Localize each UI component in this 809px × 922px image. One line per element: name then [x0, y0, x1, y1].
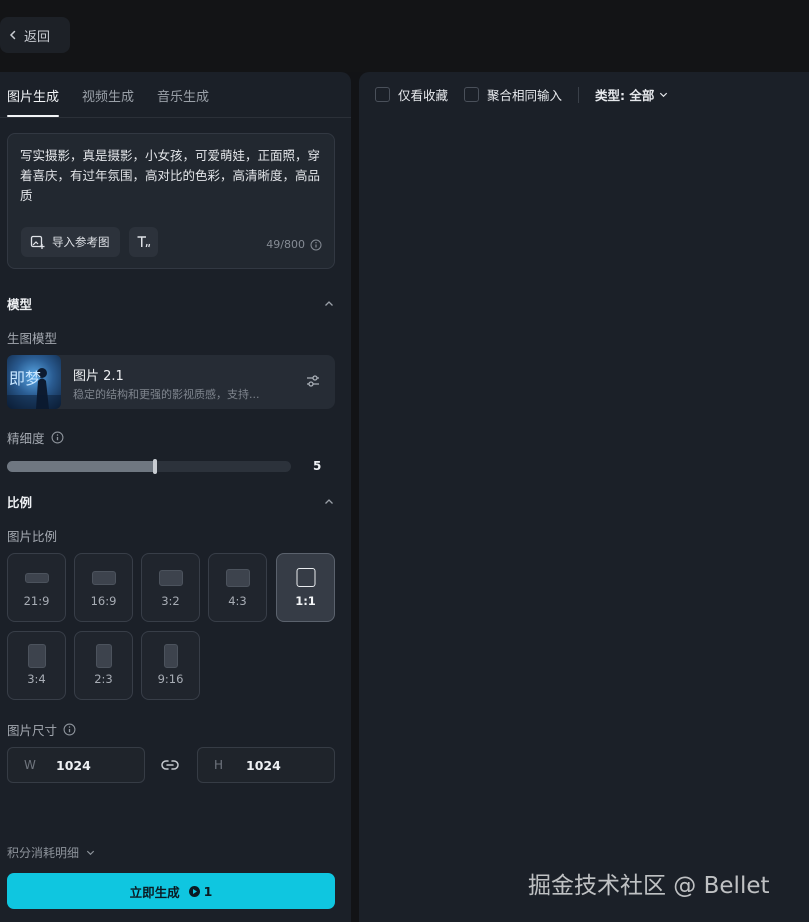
credit-icon [188, 885, 200, 897]
ratio-label: 2:3 [94, 672, 113, 686]
model-name: 图片 2.1 [73, 369, 124, 384]
generation-tabs: 图片生成 视频生成 音乐生成 [7, 86, 209, 117]
ratio-section-title: 比例 [7, 495, 33, 510]
favorites-only-checkbox[interactable]: 仅看收藏 [375, 85, 448, 104]
back-button[interactable]: 返回 [0, 17, 70, 53]
width-value[interactable]: 1024 [56, 758, 91, 773]
sliders-icon [307, 375, 319, 387]
import-reference-button[interactable]: 导入参考图 [21, 227, 120, 257]
ratio-label: 16:9 [90, 594, 117, 608]
aggregate-input-checkbox[interactable]: 聚合相同输入 [464, 85, 562, 104]
model-section-title: 模型 [7, 297, 33, 312]
height-value[interactable]: 1024 [246, 758, 281, 773]
height-prefix: H [214, 758, 224, 772]
precision-slider-handle[interactable] [153, 459, 157, 474]
ratio-option-3-2[interactable]: 3:2 [141, 553, 200, 622]
width-field[interactable]: W 1024 [7, 747, 145, 783]
info-icon [310, 239, 322, 250]
ratio-3-4-icon [27, 644, 46, 668]
ratio-2-3-icon [95, 644, 112, 668]
ratio-option-9-16[interactable]: 9:16 [141, 631, 200, 700]
ratio-label: 3:2 [161, 594, 180, 608]
cost-detail-toggle[interactable]: 积分消耗明细 [7, 844, 96, 861]
char-count-text: 49/800 [266, 238, 305, 251]
char-count: 49/800 [266, 238, 322, 251]
ratio-3-2-icon [158, 570, 183, 586]
thumbnail-text: 即梦 [9, 369, 41, 388]
aggregate-input-label: 聚合相同输入 [487, 88, 563, 103]
model-section-header[interactable]: 模型 [7, 294, 335, 313]
info-icon[interactable] [63, 723, 76, 736]
precision-label: 精细度 [7, 431, 45, 446]
model-thumbnail-art: 即梦 [7, 368, 61, 409]
ratio-option-16-9[interactable]: 16:9 [74, 553, 133, 622]
generation-panel: 图片生成 视频生成 音乐生成 写实摄影，真是摄影，小女孩，可爱萌娃，正面照，穿着… [0, 72, 351, 922]
ratio-label: 3:4 [27, 672, 46, 686]
cost-detail-label: 积分消耗明细 [7, 846, 80, 860]
generate-label: 立即生成 [129, 884, 180, 900]
model-settings-button[interactable] [305, 373, 321, 393]
link-icon [161, 760, 179, 770]
width-prefix: W [24, 758, 36, 772]
ratio-4-3-icon [225, 569, 250, 587]
ratio-option-3-4[interactable]: 3:4 [7, 631, 66, 700]
checkbox-box[interactable] [464, 87, 480, 102]
ratio-option-1-1[interactable]: 1:1 [276, 553, 335, 622]
ratio-1-1-icon [296, 568, 315, 587]
ratio-9-16-icon [163, 644, 178, 668]
generate-cost: 1 [188, 883, 213, 899]
prompt-text[interactable]: 写实摄影，真是摄影，小女孩，可爱萌娃，正面照，穿着喜庆，有过年氛围，高对比的色彩… [20, 146, 320, 206]
tab-music-generation[interactable]: 音乐生成 [157, 86, 209, 117]
generate-cost-value: 1 [203, 883, 213, 899]
type-filter-dropdown[interactable]: 类型: 全部 [595, 85, 669, 104]
import-reference-label: 导入参考图 [52, 235, 110, 249]
chevron-down-icon [660, 92, 668, 98]
model-selector[interactable]: 即梦 图片 2.1 稳定的结构和更强的影视质感，支持... [7, 355, 335, 409]
size-label-row: 图片尺寸 [7, 720, 76, 739]
ratio-sub-label: 图片比例 [7, 529, 58, 544]
chevron-up-icon[interactable] [323, 298, 335, 310]
ratio-section-header[interactable]: 比例 [7, 492, 335, 511]
model-thumbnail: 即梦 [7, 355, 61, 409]
text-style-button[interactable] [129, 227, 158, 257]
back-label: 返回 [24, 29, 51, 45]
tab-image-generation[interactable]: 图片生成 [7, 86, 60, 117]
tab-video-generation[interactable]: 视频生成 [82, 86, 134, 117]
ratio-label: 9:16 [157, 672, 184, 686]
type-filter-label: 类型: 全部 [595, 88, 655, 103]
model-description: 稳定的结构和更强的影视质感，支持... [73, 388, 260, 401]
chevron-left-icon [9, 30, 16, 40]
chevron-down-icon [86, 850, 95, 856]
precision-value: 5 [313, 459, 322, 473]
checkbox-box[interactable] [375, 87, 390, 102]
text-style-icon [137, 236, 150, 248]
filter-divider [578, 86, 580, 103]
model-sub-label: 生图模型 [7, 331, 58, 346]
precision-slider[interactable] [7, 459, 291, 474]
tabs-divider [0, 117, 351, 118]
generate-button[interactable]: 立即生成 1 [7, 873, 335, 909]
ratio-option-2-3[interactable]: 2:3 [74, 631, 133, 700]
results-panel: 仅看收藏 聚合相同输入 类型: 全部 [359, 72, 809, 922]
image-import-icon [30, 235, 45, 249]
ratio-label: 4:3 [228, 594, 247, 608]
ratio-21-9-icon [24, 573, 49, 583]
top-bar: 返回 [0, 0, 809, 72]
ratio-label: 21:9 [23, 594, 50, 608]
ratio-option-21-9[interactable]: 21:9 [7, 553, 66, 622]
ratio-option-4-3[interactable]: 4:3 [208, 553, 267, 622]
watermark: 掘金技术社区 @ Bellet [528, 873, 770, 899]
size-label: 图片尺寸 [7, 723, 58, 738]
precision-slider-fill [7, 461, 155, 472]
lock-ratio-button[interactable] [160, 756, 180, 778]
chevron-up-icon[interactable] [323, 496, 335, 508]
height-field[interactable]: H 1024 [197, 747, 335, 783]
filter-bar: 仅看收藏 聚合相同输入 类型: 全部 [375, 85, 669, 104]
info-icon[interactable] [51, 431, 64, 444]
favorites-only-label: 仅看收藏 [398, 88, 449, 103]
precision-label-row: 精细度 [7, 428, 64, 447]
prompt-input[interactable]: 写实摄影，真是摄影，小女孩，可爱萌娃，正面照，穿着喜庆，有过年氛围，高对比的色彩… [7, 133, 335, 269]
ratio-16-9-icon [91, 571, 116, 585]
ratio-label: 1:1 [295, 594, 316, 608]
